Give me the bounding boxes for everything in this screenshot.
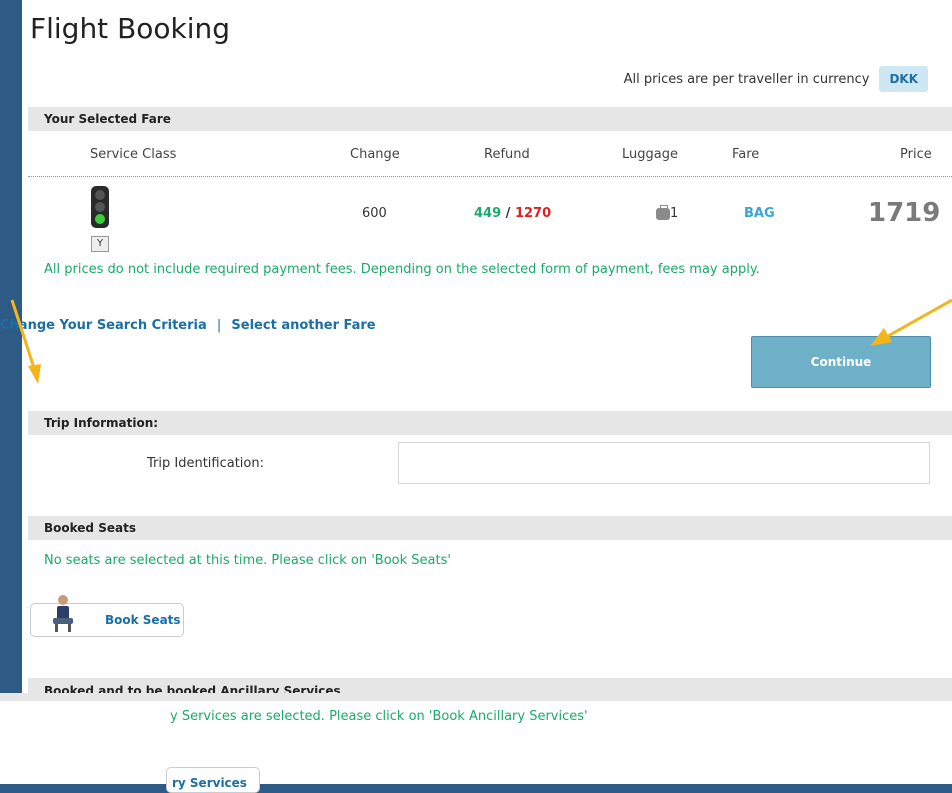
continue-button[interactable]: Continue xyxy=(751,336,931,388)
col-luggage: Luggage xyxy=(622,147,678,162)
selected-fare-header: Your Selected Fare xyxy=(28,107,952,131)
book-seats-button[interactable]: Book Seats xyxy=(30,595,184,637)
seats-note: No seats are selected at this time. Plea… xyxy=(44,553,451,568)
traffic-light-icon xyxy=(91,186,109,228)
links-separator: | xyxy=(216,318,222,333)
currency-note: All prices are per traveller in currency xyxy=(623,71,870,87)
trip-info-header: Trip Information: xyxy=(28,411,952,435)
currency-badge: DKK xyxy=(879,66,928,92)
col-change: Change xyxy=(350,147,400,162)
col-price: Price xyxy=(900,147,932,162)
trip-id-input[interactable] xyxy=(398,442,930,484)
luggage-icon xyxy=(656,204,670,220)
bottom-overlay: y Services are selected. Please click on… xyxy=(0,693,952,784)
ancillary-button-label: ry Services xyxy=(172,776,247,790)
left-sidebar-strip xyxy=(0,0,22,693)
select-fare-link[interactable]: Select another Fare xyxy=(231,318,375,333)
luggage-value: 1 xyxy=(656,204,679,221)
change-value: 600 xyxy=(362,206,387,221)
book-seats-label: Book Seats xyxy=(105,613,181,627)
currency-row: All prices are per traveller in currency… xyxy=(624,66,928,92)
booking-panel: Flight Booking All prices are per travel… xyxy=(0,0,952,699)
page-title: Flight Booking xyxy=(30,12,231,45)
book-ancillary-services-button[interactable]: ry Services xyxy=(166,767,260,793)
refund-separator: / xyxy=(505,206,511,221)
ancillary-header-continuation xyxy=(0,693,952,701)
refund-value: 449 / 1270 xyxy=(474,206,551,221)
booked-seats-header: Booked Seats xyxy=(28,516,952,540)
search-links: Change Your Search Criteria | Select ano… xyxy=(0,318,376,333)
ancillary-note: y Services are selected. Please click on… xyxy=(170,709,588,724)
fees-note: All prices do not include required payme… xyxy=(44,262,760,277)
fare-divider xyxy=(28,176,952,177)
fare-value: BAG xyxy=(744,206,775,221)
price-value: 1719 xyxy=(868,198,941,228)
service-class-badge: Y xyxy=(91,236,109,252)
col-refund: Refund xyxy=(484,147,530,162)
change-search-link[interactable]: Change Your Search Criteria xyxy=(0,318,207,333)
refund-high: 1270 xyxy=(514,206,552,221)
luggage-count: 1 xyxy=(670,206,679,221)
seat-passenger-icon xyxy=(53,595,73,632)
col-fare: Fare xyxy=(732,147,760,162)
refund-low: 449 xyxy=(474,206,502,221)
col-service-class: Service Class xyxy=(90,147,177,162)
trip-id-label: Trip Identification: xyxy=(147,456,264,471)
